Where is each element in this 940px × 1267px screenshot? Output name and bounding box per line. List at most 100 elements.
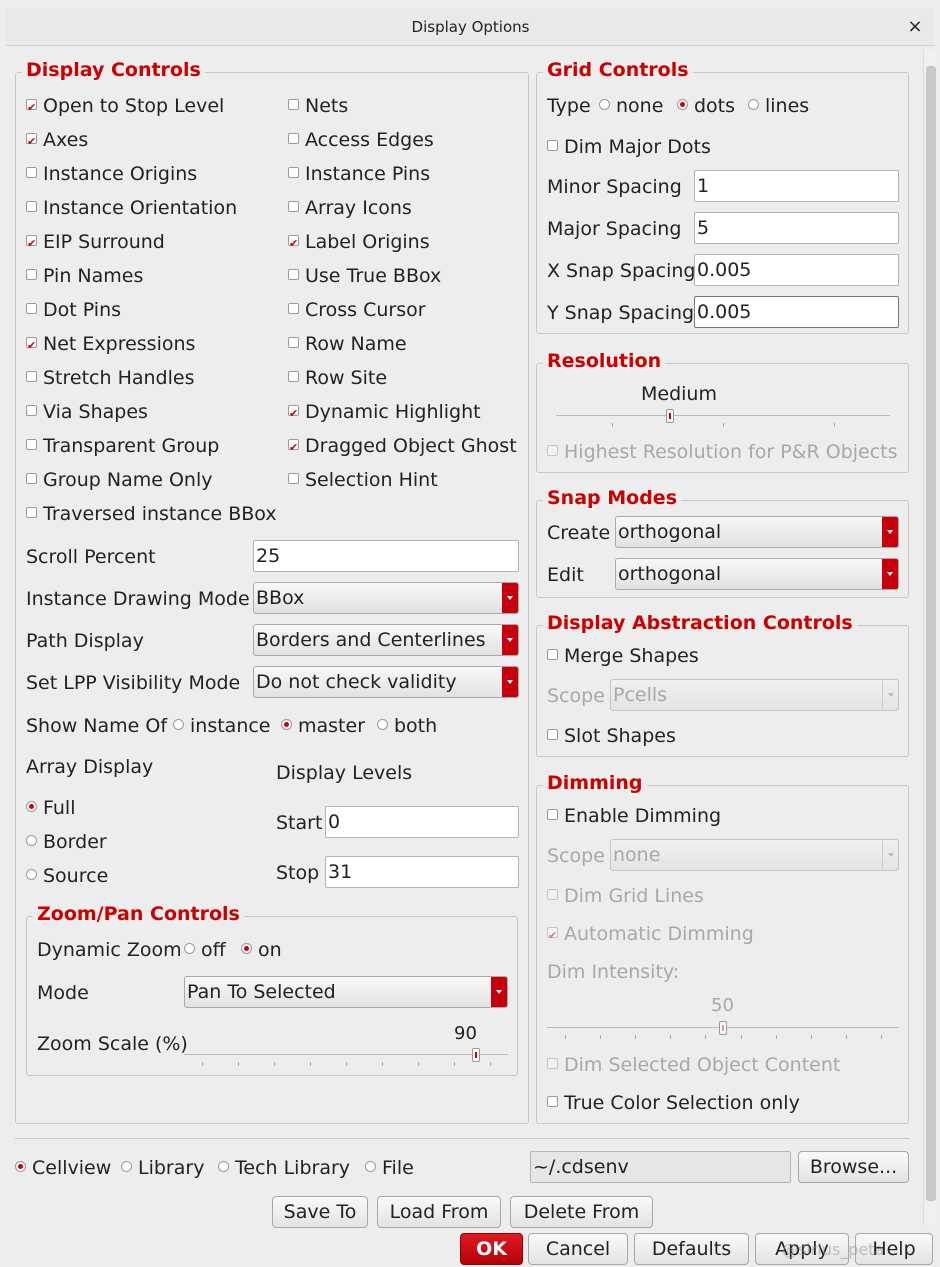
chevron-down-icon bbox=[502, 667, 518, 697]
slider-tick bbox=[741, 1035, 742, 1039]
dynamic-zoom-on-radio[interactable]: on bbox=[241, 938, 282, 962]
highest-resolution-checkbox[interactable]: Highest Resolution for P&R Objects bbox=[547, 440, 898, 464]
checkbox-traversed-instance-bbox[interactable]: Traversed instance BBox bbox=[26, 502, 277, 526]
vertical-scrollbar[interactable] bbox=[923, 50, 937, 1225]
major-spacing-input[interactable]: 5 bbox=[694, 212, 899, 244]
save-to-button[interactable]: Save To bbox=[272, 1196, 368, 1228]
checkbox-dot-pins[interactable]: Dot Pins bbox=[26, 298, 121, 322]
checkbox-instance-pins[interactable]: Instance Pins bbox=[288, 162, 430, 186]
slider-thumb[interactable] bbox=[472, 1048, 480, 1062]
display-levels-stop-input[interactable]: 31 bbox=[325, 856, 519, 888]
automatic-dimming-checkbox[interactable]: Automatic Dimming bbox=[547, 922, 754, 948]
array-display-full-radio[interactable]: Full bbox=[26, 796, 76, 820]
x-snap-spacing-input[interactable]: 0.005 bbox=[694, 254, 899, 286]
slider-tick bbox=[846, 1035, 847, 1039]
checkbox-array-icons[interactable]: Array Icons bbox=[288, 196, 412, 220]
checkbox-selection-hint[interactable]: Selection Hint bbox=[288, 468, 438, 492]
snap-edit-select[interactable]: orthogonal bbox=[615, 558, 899, 590]
scope-cellview-radio[interactable]: Cellview bbox=[15, 1156, 111, 1180]
checkbox-eip-surround[interactable]: EIP Surround bbox=[26, 230, 165, 256]
checkbox-label-origins[interactable]: Label Origins bbox=[288, 230, 430, 256]
enable-dimming-checkbox[interactable]: Enable Dimming bbox=[547, 804, 721, 828]
checkbox-via-shapes[interactable]: Via Shapes bbox=[26, 400, 148, 424]
dim-grid-lines-checkbox[interactable]: Dim Grid Lines bbox=[547, 884, 704, 908]
show-name-master-radio[interactable]: master bbox=[281, 714, 365, 738]
chevron-down-icon bbox=[502, 625, 518, 655]
dimming-title: Dimming bbox=[543, 772, 647, 794]
checkbox-group-name-only[interactable]: Group Name Only bbox=[26, 468, 213, 492]
checkbox-label: Stretch Handles bbox=[43, 367, 195, 389]
dynamic-zoom-off-radio[interactable]: off bbox=[184, 938, 226, 962]
checkbox-nets[interactable]: Nets bbox=[288, 94, 348, 118]
checkbox-access-edges[interactable]: Access Edges bbox=[288, 128, 434, 152]
show-name-instance-radio[interactable]: instance bbox=[173, 714, 271, 738]
checkbox-net-expressions[interactable]: Net Expressions bbox=[26, 332, 195, 358]
scrollbar-thumb[interactable] bbox=[926, 66, 936, 1201]
snap-create-label: Create bbox=[547, 522, 611, 544]
zoom-mode-select[interactable]: Pan To Selected bbox=[184, 976, 508, 1008]
slider-thumb[interactable] bbox=[719, 1021, 727, 1035]
array-display-source-radio[interactable]: Source bbox=[26, 864, 108, 888]
array-display-border-radio[interactable]: Border bbox=[26, 830, 107, 854]
instance-drawing-mode-select[interactable]: BBox bbox=[253, 582, 519, 614]
dim-selected-content-checkbox[interactable]: Dim Selected Object Content bbox=[547, 1053, 840, 1077]
dim-major-dots-checkbox[interactable]: Dim Major Dots bbox=[547, 135, 711, 159]
checkbox-instance-origins[interactable]: Instance Origins bbox=[26, 162, 197, 186]
slider-tick bbox=[600, 1035, 601, 1039]
checkbox-use-true-bbox[interactable]: Use True BBox bbox=[288, 264, 441, 288]
slot-shapes-checkbox[interactable]: Slot Shapes bbox=[547, 724, 676, 748]
cancel-button[interactable]: Cancel bbox=[528, 1233, 628, 1265]
grid-type-none-radio[interactable]: none bbox=[599, 94, 663, 118]
display-levels-label: Display Levels bbox=[276, 762, 413, 784]
merge-shapes-checkbox[interactable]: Merge Shapes bbox=[547, 644, 699, 668]
checkbox-indicator bbox=[547, 649, 558, 660]
slider-tick bbox=[670, 1035, 671, 1039]
checkbox-open-to-stop-level[interactable]: Open to Stop Level bbox=[26, 94, 224, 120]
slider-thumb[interactable] bbox=[666, 409, 674, 423]
checkbox-dragged-object-ghost[interactable]: Dragged Object Ghost bbox=[288, 434, 517, 460]
minor-spacing-input[interactable]: 1 bbox=[694, 170, 899, 202]
checkbox-dynamic-highlight[interactable]: Dynamic Highlight bbox=[288, 400, 481, 426]
close-icon[interactable]: × bbox=[905, 16, 925, 37]
grid-type-lines-radio[interactable]: lines bbox=[748, 94, 809, 118]
delete-from-button[interactable]: Delete From bbox=[510, 1196, 653, 1228]
y-snap-spacing-input[interactable]: 0.005 bbox=[694, 296, 899, 328]
checkbox-transparent-group[interactable]: Transparent Group bbox=[26, 434, 219, 458]
zoom-scale-value: 90 bbox=[454, 1023, 477, 1044]
display-levels-start-label: Start bbox=[276, 812, 323, 834]
grid-type-dots-radio[interactable]: dots bbox=[677, 94, 735, 118]
defaults-button[interactable]: Defaults bbox=[634, 1233, 749, 1265]
zoom-scale-slider[interactable] bbox=[184, 1046, 508, 1070]
scroll-percent-input[interactable]: 25 bbox=[253, 540, 519, 572]
path-display-select[interactable]: Borders and Centerlines bbox=[253, 624, 519, 656]
checkbox-pin-names[interactable]: Pin Names bbox=[26, 264, 143, 288]
display-levels-start-input[interactable]: 0 bbox=[325, 806, 519, 838]
scope-library-radio[interactable]: Library bbox=[121, 1156, 204, 1180]
load-from-button[interactable]: Load From bbox=[377, 1196, 501, 1228]
checkbox-axes[interactable]: Axes bbox=[26, 128, 88, 154]
file-path-input[interactable]: ~/.cdsenv bbox=[530, 1151, 791, 1183]
ok-button[interactable]: OK bbox=[460, 1233, 523, 1265]
checkbox-row-site[interactable]: Row Site bbox=[288, 366, 387, 390]
dimming-scope-select[interactable]: none bbox=[610, 839, 899, 871]
browse-button[interactable]: Browse... bbox=[798, 1151, 909, 1183]
checkbox-label: Row Site bbox=[305, 367, 388, 389]
lpp-visibility-select[interactable]: Do not check validity bbox=[253, 666, 519, 698]
slider-tick bbox=[776, 1035, 777, 1039]
radio-indicator bbox=[26, 801, 37, 812]
true-color-selection-checkbox[interactable]: True Color Selection only bbox=[547, 1091, 800, 1115]
checkbox-stretch-handles[interactable]: Stretch Handles bbox=[26, 366, 194, 390]
scope-tech-library-radio[interactable]: Tech Library bbox=[218, 1156, 350, 1180]
resolution-slider[interactable] bbox=[556, 407, 890, 431]
checkbox-cross-cursor[interactable]: Cross Cursor bbox=[288, 298, 426, 322]
snap-create-select[interactable]: orthogonal bbox=[615, 516, 899, 548]
slider-tick bbox=[238, 1062, 239, 1066]
checkbox-row-name[interactable]: Row Name bbox=[288, 332, 407, 356]
scope-file-radio[interactable]: File bbox=[365, 1156, 414, 1180]
dim-intensity-slider[interactable] bbox=[547, 1019, 899, 1043]
show-name-both-radio[interactable]: both bbox=[377, 714, 437, 738]
chevron-down-icon bbox=[491, 977, 507, 1007]
checkbox-instance-orientation[interactable]: Instance Orientation bbox=[26, 196, 237, 220]
abstraction-scope-select[interactable]: Pcells bbox=[610, 679, 899, 711]
chevron-down-icon bbox=[882, 517, 898, 547]
